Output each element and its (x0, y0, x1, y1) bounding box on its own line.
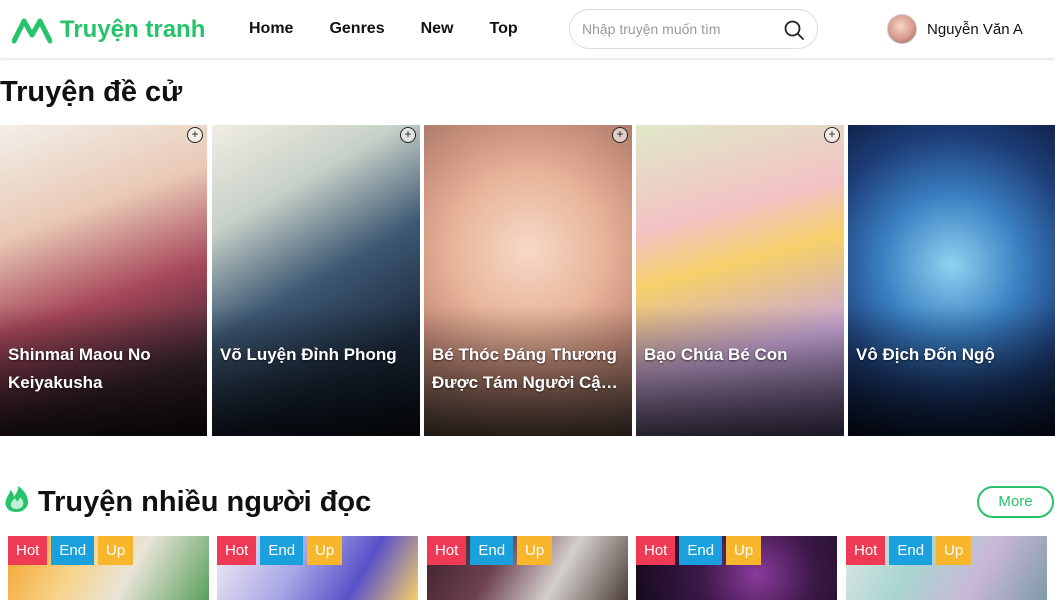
popular-section-title: Truyện nhiều người đọc (38, 486, 372, 518)
up-badge: Up (307, 536, 343, 565)
recommended-card[interactable]: + Võ Luyện Đỉnh Phong (212, 125, 420, 436)
hot-badge: Hot (846, 536, 886, 565)
card-title: Võ Luyện Đỉnh Phong (220, 345, 397, 364)
popular-card[interactable]: Hot End Up (8, 536, 209, 600)
end-badge: End (260, 536, 304, 565)
popular-card[interactable]: Hot End Up (846, 536, 1047, 600)
end-badge: End (470, 536, 514, 565)
nav-new[interactable]: New (421, 20, 454, 38)
recommended-card[interactable]: + Bạo Chúa Bé Con (636, 125, 844, 436)
popular-card[interactable]: Hot End Up (427, 536, 628, 600)
hot-badge: Hot (427, 536, 467, 565)
more-button[interactable]: More (977, 486, 1054, 518)
hot-badge: Hot (8, 536, 48, 565)
hot-badge: Hot (636, 536, 676, 565)
cover-shade (636, 306, 844, 436)
add-icon[interactable]: + (400, 127, 416, 143)
recommended-card[interactable]: + Shinmai Maou No Keiyakusha (0, 125, 207, 436)
recommended-section-title: Truyện đề cử (0, 76, 183, 108)
popular-section-header: Truyện nhiều người đọc More (0, 482, 1055, 522)
site-logo[interactable]: Truyện tranh (12, 16, 205, 44)
popular-list: Hot End Up Hot End Up Hot End Up Hot End… (0, 536, 1055, 600)
nav-top[interactable]: Top (490, 20, 518, 38)
badge-group: Hot End Up (846, 536, 975, 565)
end-badge: End (51, 536, 95, 565)
search-box (569, 9, 818, 49)
up-badge: Up (517, 536, 553, 565)
badge-group: Hot End Up (427, 536, 556, 565)
badge-group: Hot End Up (217, 536, 346, 565)
card-title: Bé Thóc Đáng Thương Được Tám Người Cậu T… (432, 345, 617, 392)
badge-group: Hot End Up (8, 536, 137, 565)
avatar[interactable] (887, 14, 917, 44)
nav-home[interactable]: Home (249, 20, 293, 38)
hot-badge: Hot (217, 536, 257, 565)
card-title: Bạo Chúa Bé Con (644, 345, 788, 364)
add-icon[interactable]: + (824, 127, 840, 143)
recommended-list: + Shinmai Maou No Keiyakusha + Võ Luyện … (0, 125, 1055, 436)
recommended-card[interactable]: Vô Địch Đốn Ngộ (848, 125, 1055, 436)
up-badge: Up (726, 536, 762, 565)
search-input[interactable] (582, 19, 782, 39)
recommended-card[interactable]: + Bé Thóc Đáng Thương Được Tám Người Cậu… (424, 125, 632, 436)
up-badge: Up (98, 536, 134, 565)
add-icon[interactable]: + (612, 127, 628, 143)
top-header: Truyện tranh Home Genres New Top Nguyễn … (0, 0, 1055, 58)
end-badge: End (679, 536, 723, 565)
search-icon[interactable] (783, 19, 805, 41)
end-badge: End (889, 536, 933, 565)
main-nav: Home Genres New Top (249, 20, 554, 38)
add-icon[interactable]: + (187, 127, 203, 143)
card-title: Shinmai Maou No Keiyakusha (8, 345, 151, 392)
user-menu[interactable]: Nguyễn Văn A (887, 14, 1023, 44)
logo-text: Truyện tranh (60, 16, 206, 43)
card-title: Vô Địch Đốn Ngộ (856, 345, 995, 364)
user-name: Nguyễn Văn A (927, 20, 1023, 38)
popular-card[interactable]: Hot End Up (217, 536, 418, 600)
nav-genres[interactable]: Genres (329, 20, 384, 38)
logo-icon (12, 18, 52, 44)
badge-group: Hot End Up (636, 536, 765, 565)
up-badge: Up (936, 536, 972, 565)
popular-card[interactable]: Hot End Up (636, 536, 837, 600)
flame-icon (5, 486, 28, 512)
cover-shade (212, 306, 420, 436)
cover-shade (848, 306, 1055, 436)
